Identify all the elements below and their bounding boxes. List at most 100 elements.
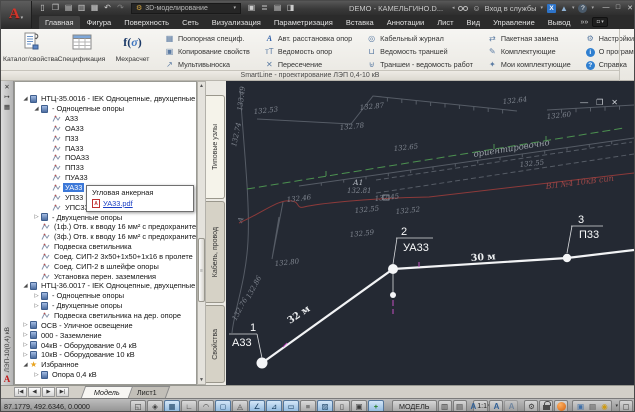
tree-expander-icon[interactable]: ◢: [21, 96, 30, 102]
drawing-viewport[interactable]: 133.49132.53132.87132.78132.74132.64132.…: [226, 81, 635, 385]
ribbon-tab-7[interactable]: Аннотации: [381, 16, 431, 29]
tray-plotter-icon[interactable]: ▣: [574, 402, 586, 411]
plot-icon[interactable]: ▦: [89, 2, 100, 14]
per-pole-spec-button[interactable]: ▦Поопорная специф.: [164, 32, 250, 44]
tree-item[interactable]: ПУА33: [15, 173, 196, 183]
sign-in-button[interactable]: Вход в службы: [485, 4, 537, 13]
first-tab-button[interactable]: |◀: [14, 387, 27, 397]
tree-item[interactable]: (3ф.) Отв. к вводу 16 мм² с предохраните: [15, 232, 196, 242]
tree-expander-icon[interactable]: ▷: [21, 342, 30, 348]
trench-works-button[interactable]: ⊎Траншеи - ведомость работ: [366, 58, 473, 70]
palette-tab-2[interactable]: Свойства: [206, 305, 225, 383]
tree-expander-icon[interactable]: ▷: [32, 293, 41, 299]
tree-expander-icon[interactable]: ▷: [21, 332, 30, 338]
my-components-button[interactable]: ✦Мои комплектующие: [487, 58, 571, 70]
tree-item[interactable]: Подвеска светильника: [15, 242, 196, 252]
last-tab-button[interactable]: ▶|: [56, 387, 69, 397]
object-snap-toggle[interactable]: ◻: [215, 400, 231, 412]
ribbon-tab-5[interactable]: Параметризация: [268, 16, 339, 29]
help-button[interactable]: ?Справка: [585, 58, 635, 70]
help-icon[interactable]: ?: [578, 4, 587, 13]
tree-expander-icon[interactable]: ◢: [21, 283, 30, 289]
tree-expander-icon[interactable]: ▷: [32, 303, 41, 309]
redo-icon[interactable]: ↷: [115, 2, 126, 14]
components-button[interactable]: ✎Комплектующие: [487, 45, 571, 57]
search-icon[interactable]: [458, 6, 468, 11]
tree-item[interactable]: А33: [15, 114, 196, 124]
spec-button[interactable]: Спецификация: [56, 30, 107, 70]
tree-item[interactable]: Соед. СИП-2 в шлейфе опоры: [15, 261, 196, 271]
polar-tracking-toggle[interactable]: ◠: [198, 400, 214, 412]
ui-lock-icon[interactable]: [539, 400, 553, 412]
trench-schedule-button[interactable]: ⊔Ведомость траншей: [366, 45, 473, 57]
workspace-settings-gear-icon[interactable]: ⚙: [524, 400, 538, 412]
tree-expander-icon[interactable]: ◢: [32, 106, 41, 112]
tree-item[interactable]: ▷ОСВ - Уличное освещение: [15, 320, 196, 330]
tree-item[interactable]: Соед. СИП-2 3х50+1х50+1х16 в пролете: [15, 252, 196, 262]
clean-screen-button[interactable]: ▢: [619, 400, 633, 412]
layout-tab-0[interactable]: Модель: [81, 386, 133, 398]
drawing-canvas[interactable]: 133.49132.53132.87132.78132.74132.64132.…: [226, 81, 635, 385]
status-options-arrow[interactable]: ▾: [615, 403, 618, 409]
tray-bulb-icon[interactable]: ◉: [598, 402, 610, 411]
multileader-button[interactable]: ↗Мультивыноска: [164, 58, 250, 70]
dynamic-input-toggle[interactable]: ▭: [283, 400, 299, 412]
next-tab-button[interactable]: ▶: [42, 387, 55, 397]
quick-view-drawings-button[interactable]: ▤: [453, 400, 467, 412]
exchange-apps-icon[interactable]: X: [547, 4, 556, 13]
layers-icon[interactable]: ≣: [259, 2, 270, 14]
infer-constraints-toggle[interactable]: ◱: [130, 400, 146, 412]
tree-item[interactable]: ПА33: [15, 143, 196, 153]
minimize-button[interactable]: —: [600, 4, 612, 12]
ribbon-overflow-icon[interactable]: »»: [577, 19, 591, 26]
viewport-close-icon[interactable]: ✕: [611, 98, 618, 107]
tree-item[interactable]: ОА33: [15, 124, 196, 134]
tree-expander-icon[interactable]: ▷: [21, 352, 30, 358]
scrollbar-thumb[interactable]: ≡: [198, 238, 205, 302]
properties-palette-icon[interactable]: ▣: [246, 2, 257, 14]
collapse-arrow-icon[interactable]: ◂: [452, 5, 455, 11]
ribbon-tab-11[interactable]: Вывод: [542, 16, 577, 29]
annotation-visibility-button[interactable]: A: [489, 400, 503, 412]
auto-place-poles-button[interactable]: AАвт. расстановка опор: [264, 32, 352, 44]
copy-props-button[interactable]: ▣Копирование свойств: [164, 45, 250, 57]
lineweight-toggle[interactable]: ≡: [300, 400, 316, 412]
tree-expander-icon[interactable]: ▷: [21, 322, 30, 328]
ribbon-tab-4[interactable]: Визуализация: [206, 16, 267, 29]
tree-item[interactable]: ▷- Двухцепные опоры: [15, 212, 196, 222]
autodesk360-icon[interactable]: ▲: [560, 4, 568, 13]
workspace-switcher[interactable]: ⚙ 3D-моделирование ▾: [131, 3, 241, 14]
tree-expander-icon[interactable]: ◢: [21, 362, 30, 368]
pole-schedule-button[interactable]: тТВедомость опор: [264, 45, 352, 57]
undo-icon[interactable]: ↶: [102, 2, 113, 14]
snap-mode-toggle[interactable]: ◈: [147, 400, 163, 412]
save-as-icon[interactable]: ▥: [76, 2, 87, 14]
palette-properties-icon[interactable]: ▦: [4, 103, 10, 113]
palette-tab-0[interactable]: Типовые узлы: [206, 95, 225, 199]
save-icon[interactable]: ▤: [63, 2, 74, 14]
annotation-autoscale-button[interactable]: A: [504, 400, 518, 412]
prev-tab-button[interactable]: ◀: [28, 387, 41, 397]
restore-button[interactable]: □: [612, 4, 624, 12]
tree-item[interactable]: Установ­ка перен. заземления: [15, 271, 196, 281]
quick-properties-toggle[interactable]: ▯: [334, 400, 350, 412]
tree-item[interactable]: ◢★Избранное: [15, 360, 196, 370]
scroll-up-icon[interactable]: ▲: [198, 82, 205, 90]
tree-item[interactable]: ◢- Одноцепные опоры: [15, 104, 196, 114]
object-snap-tracking-toggle[interactable]: ∠: [249, 400, 265, 412]
selection-cycling-toggle[interactable]: ▣: [351, 400, 367, 412]
tree-item[interactable]: ▷- Двухцепные опоры: [15, 301, 196, 311]
tree-item[interactable]: ◢НТЦ-36.0017 - IEK Одноцепные, двухцепны…: [15, 281, 196, 291]
mech-button[interactable]: f(σ)Мехрасчет: [107, 30, 158, 70]
new-file-icon[interactable]: ▯: [37, 2, 48, 14]
tree-item[interactable]: ▷10кВ - Оборудование 10 кВ: [15, 350, 196, 360]
app-menu-button[interactable]: A ▾: [1, 1, 32, 28]
palette-tab-1[interactable]: Кабель, провод: [206, 201, 225, 303]
sheet-set-icon[interactable]: ▤: [272, 2, 283, 14]
tree-expander-icon[interactable]: ▷: [32, 214, 41, 220]
grid-display-toggle[interactable]: ▦: [164, 400, 180, 412]
palette-autohide-icon[interactable]: ↦: [4, 93, 9, 103]
tree-item[interactable]: П33: [15, 133, 196, 143]
viewport-restore-icon[interactable]: ❐: [596, 98, 603, 107]
tree-item[interactable]: ПП33: [15, 163, 196, 173]
